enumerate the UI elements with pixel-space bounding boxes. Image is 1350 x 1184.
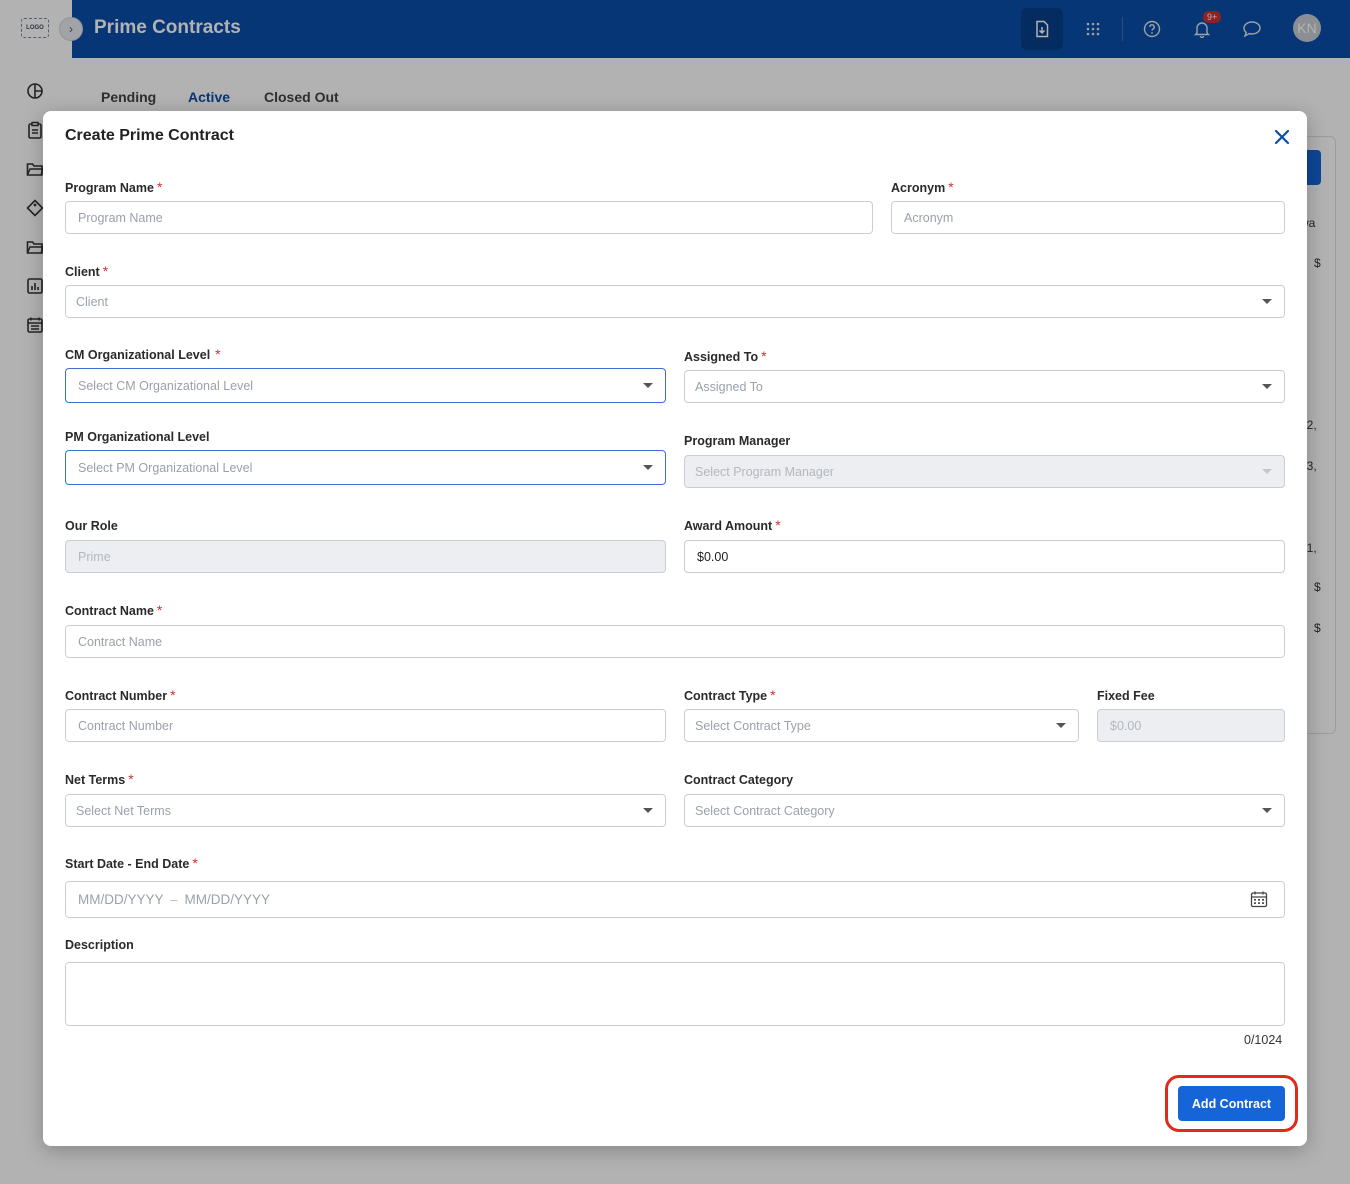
end-date-input[interactable]: MM/DD/YYYY [184, 892, 270, 907]
fixed-fee-label: Fixed Fee [1097, 689, 1155, 703]
pm-organizational-level-label: PM Organizational Level [65, 430, 210, 444]
chevron-down-icon [1262, 298, 1272, 304]
create-prime-contract-dialog: Create Prime Contract Program Name * Prog… [43, 111, 1307, 1146]
acronym-input[interactable]: Acronym [891, 201, 1285, 234]
date-separator: – [170, 892, 178, 907]
net-terms-label: Net Terms * [65, 771, 134, 787]
date-range-picker[interactable]: MM/DD/YYYY – MM/DD/YYYY [65, 881, 1285, 918]
chevron-down-icon [1262, 383, 1272, 389]
calendar-icon[interactable] [1250, 890, 1268, 908]
close-icon[interactable] [1273, 128, 1291, 146]
contract-category-label: Contract Category [684, 773, 794, 787]
chevron-down-icon [1262, 807, 1272, 813]
contract-number-input[interactable]: Contract Number [65, 709, 666, 742]
chevron-down-icon [643, 807, 653, 813]
cm-organizational-level-label: CM Organizational Level * [65, 346, 221, 362]
program-name-input[interactable]: Program Name [65, 201, 873, 234]
net-terms-select[interactable]: Select Net Terms [65, 794, 666, 827]
description-character-counter: 0/1024 [1244, 1033, 1283, 1047]
client-label: Client * [65, 263, 109, 279]
add-contract-button[interactable]: Add Contract [1178, 1086, 1285, 1121]
pm-organizational-level-select[interactable]: Select PM Organizational Level [65, 450, 666, 485]
dialog-title: Create Prime Contract [65, 127, 234, 144]
assigned-to-select[interactable]: Assigned To [684, 370, 1285, 403]
chevron-down-icon [643, 382, 653, 388]
chevron-down-icon [643, 464, 653, 470]
contract-type-label: Contract Type * [684, 687, 776, 703]
acronym-label: Acronym * [891, 179, 954, 195]
program-manager-select: Select Program Manager [684, 455, 1285, 488]
chevron-down-icon [1262, 468, 1272, 474]
assigned-to-label: Assigned To * [684, 348, 767, 364]
description-textarea[interactable] [65, 962, 1285, 1026]
description-label: Description [65, 938, 134, 952]
our-role-field: Prime [65, 540, 666, 573]
date-range-label: Start Date - End Date * [65, 855, 198, 871]
cm-organizational-level-select[interactable]: Select CM Organizational Level [65, 368, 666, 403]
contract-name-input[interactable]: Contract Name [65, 625, 1285, 658]
chevron-down-icon [1056, 722, 1066, 728]
program-manager-label: Program Manager [684, 434, 791, 448]
program-name-label: Program Name * [65, 179, 163, 195]
our-role-label: Our Role [65, 519, 118, 533]
client-select[interactable]: Client [65, 285, 1285, 318]
award-amount-label: Award Amount * [684, 517, 781, 533]
start-date-input[interactable]: MM/DD/YYYY [78, 892, 164, 907]
award-amount-input[interactable]: $0.00 [684, 540, 1285, 573]
contract-category-select[interactable]: Select Contract Category [684, 794, 1285, 827]
contract-type-select[interactable]: Select Contract Type [684, 709, 1079, 742]
fixed-fee-field: $0.00 [1097, 709, 1285, 742]
contract-number-label: Contract Number * [65, 687, 176, 703]
contract-name-label: Contract Name * [65, 602, 163, 618]
